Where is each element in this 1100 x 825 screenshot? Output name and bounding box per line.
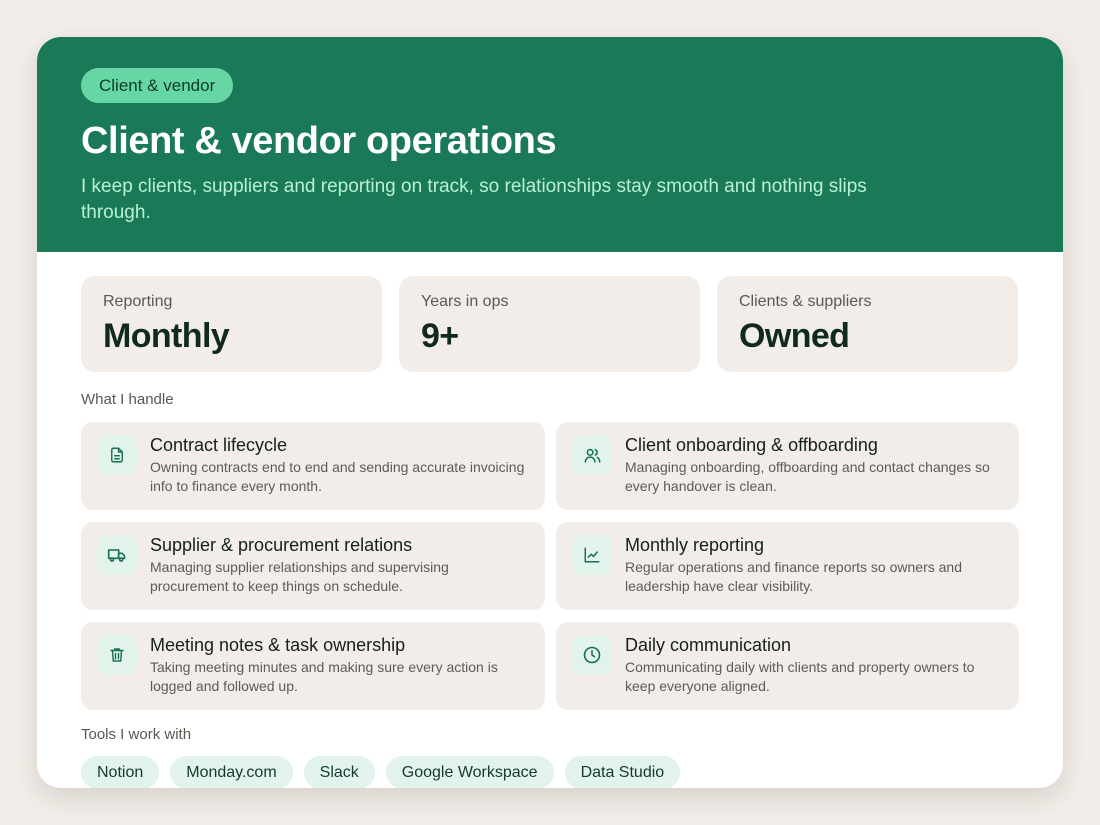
stat-label: Reporting (103, 293, 173, 310)
header-banner: Client & vendor Client & vendor operatio… (37, 37, 1063, 252)
service-card-communication: Daily communication Communicating daily … (556, 622, 1019, 710)
service-description: Managing supplier relationships and supe… (150, 559, 449, 594)
service-card-supplier: Supplier & procurement relations Managin… (81, 522, 545, 610)
service-title: Supplier & procurement relations (150, 535, 413, 555)
truck-icon (97, 535, 137, 575)
service-title: Meeting notes & task ownership (150, 635, 406, 655)
service-description: Regular operations and finance reports s… (625, 559, 962, 594)
users-icon (572, 435, 612, 475)
service-description: Taking meeting minutes and making sure e… (150, 659, 498, 694)
service-card-reporting: Monthly reporting Regular operations and… (556, 522, 1019, 610)
stat-value: Monthly (103, 317, 230, 355)
clock-icon (572, 635, 612, 675)
service-description: Owning contracts end to end and sending … (150, 459, 525, 494)
stats-row: Reporting Monthly Years in ops 9+ Client… (81, 276, 1019, 372)
service-card-onboarding: Client onboarding & offboarding Managing… (556, 422, 1019, 510)
service-description: Communicating daily with clients and pro… (625, 659, 975, 694)
document-icon (97, 435, 137, 475)
stat-value: Owned (739, 317, 850, 355)
stat-reporting: Reporting Monthly (81, 276, 382, 372)
service-description: Managing onboarding, offboarding and con… (625, 459, 990, 494)
service-title: Daily communication (625, 635, 792, 655)
services-grid: Contract lifecycle Owning contracts end … (81, 422, 1019, 710)
trash-icon (97, 635, 137, 675)
card-body: Reporting Monthly Years in ops 9+ Client… (37, 252, 1063, 788)
stat-label: Clients & suppliers (739, 293, 872, 310)
section-heading-tools: Tools I work with (81, 726, 192, 743)
category-badge: Client & vendor (81, 68, 234, 103)
tool-chip-slack: Slack (303, 756, 375, 788)
profile-card: Client & vendor Client & vendor operatio… (37, 37, 1063, 788)
service-title: Client onboarding & offboarding (625, 435, 878, 455)
service-card-meetings: Meeting notes & task ownership Taking me… (81, 622, 545, 710)
stat-label: Years in ops (421, 293, 509, 310)
service-title: Monthly reporting (625, 535, 765, 555)
tool-chip-google-workspace: Google Workspace (385, 756, 554, 788)
tool-chip-notion: Notion (81, 756, 160, 788)
chart-icon (572, 535, 612, 575)
stat-value: 9+ (421, 317, 459, 355)
service-card-contract: Contract lifecycle Owning contracts end … (81, 422, 545, 510)
tool-chip-monday: Monday.com (170, 756, 293, 788)
stat-clients: Clients & suppliers Owned (717, 276, 1018, 372)
stat-years: Years in ops 9+ (399, 276, 700, 372)
tools-list: Notion Monday.com Slack Google Workspace… (81, 756, 1019, 788)
tool-chip-data-studio: Data Studio (564, 756, 681, 788)
page-title: Client & vendor operations (81, 120, 557, 162)
service-title: Contract lifecycle (150, 435, 288, 455)
section-heading-handle: What I handle (81, 391, 174, 408)
page-subtitle: I keep clients, suppliers and reporting … (81, 176, 867, 223)
